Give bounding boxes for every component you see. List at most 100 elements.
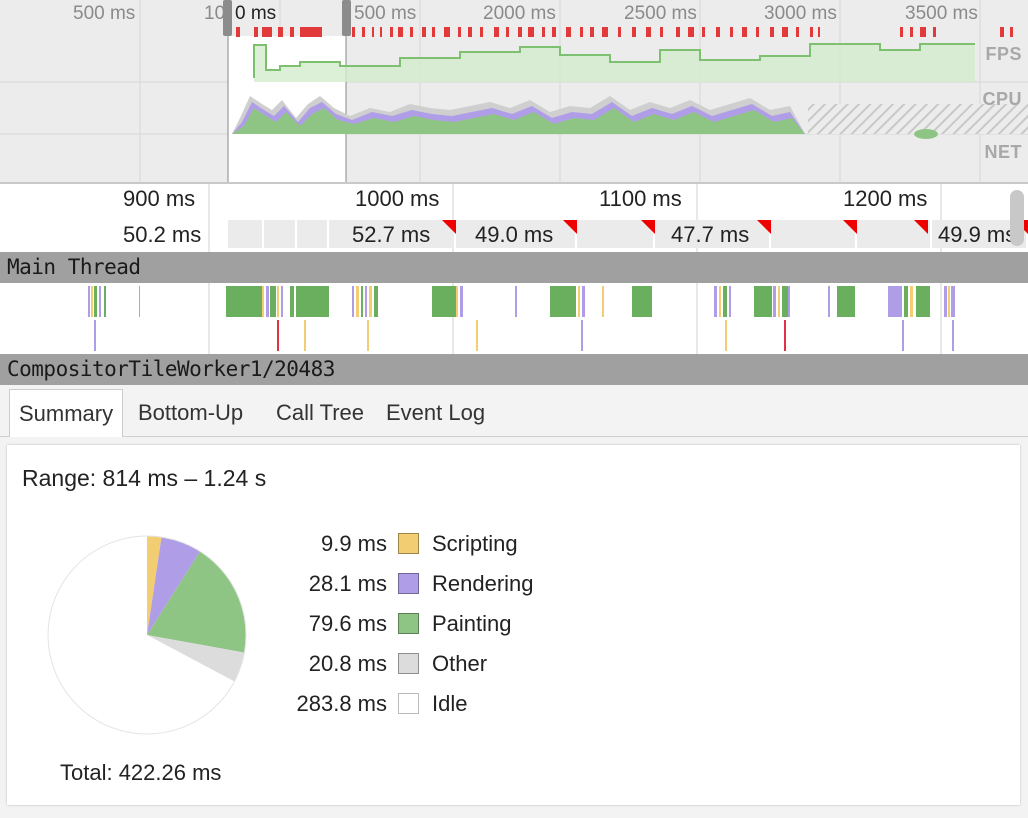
frame-duration: 50.2 ms xyxy=(123,222,202,247)
range-start-handle[interactable] xyxy=(223,0,232,36)
frame-marker xyxy=(1000,27,1004,37)
timeline-overview[interactable]: 500 ms 10 0 ms 500 ms 2000 ms 2500 ms 30… xyxy=(0,0,1028,182)
trace-event[interactable] xyxy=(904,286,908,317)
tab-call-tree[interactable]: Call Tree xyxy=(267,389,373,437)
frame-marker xyxy=(900,27,903,37)
trace-event[interactable] xyxy=(139,286,140,317)
trace-event[interactable] xyxy=(951,286,955,317)
trace-event[interactable] xyxy=(837,286,855,317)
trace-event[interactable] xyxy=(356,286,359,317)
trace-event[interactable] xyxy=(719,286,721,317)
trace-event[interactable] xyxy=(828,286,830,317)
trace-event[interactable] xyxy=(578,286,580,317)
frame-duration: 52.7 ms xyxy=(352,222,431,247)
overview-tick: 2000 ms xyxy=(483,3,556,24)
trace-event[interactable] xyxy=(365,286,367,317)
trace-event[interactable] xyxy=(281,286,283,317)
summary-pane: Range: 814 ms – 1.24 s 9.9 ms Scripting … xyxy=(0,437,1028,818)
trace-event[interactable] xyxy=(456,286,458,317)
trace-event[interactable] xyxy=(754,286,772,317)
trace-event[interactable] xyxy=(266,286,269,317)
trace-event[interactable] xyxy=(374,286,378,317)
trace-event[interactable] xyxy=(729,286,731,317)
frame-block[interactable] xyxy=(228,220,264,248)
frame-marker xyxy=(352,27,355,37)
trace-event[interactable] xyxy=(773,286,776,317)
trace-event[interactable] xyxy=(902,320,904,351)
frame-block[interactable] xyxy=(297,220,329,248)
trace-event[interactable] xyxy=(104,286,106,317)
trace-event[interactable] xyxy=(910,286,913,317)
trace-event[interactable] xyxy=(296,286,329,317)
legend-value: 79.6 ms xyxy=(308,611,387,636)
frame-marker xyxy=(468,27,472,37)
trace-event[interactable] xyxy=(226,286,262,317)
range-end-handle[interactable] xyxy=(342,0,351,36)
trace-event[interactable] xyxy=(782,286,788,317)
trace-event[interactable] xyxy=(632,286,652,317)
trace-event[interactable] xyxy=(714,286,717,317)
trace-event[interactable] xyxy=(262,286,264,317)
frame-marker xyxy=(300,27,322,37)
frame-marker xyxy=(796,27,799,37)
trace-event[interactable] xyxy=(725,320,727,351)
trace-event[interactable] xyxy=(916,286,930,317)
main-thread-header[interactable]: Main Thread xyxy=(0,252,1028,283)
trace-event[interactable] xyxy=(88,286,90,317)
trace-event[interactable] xyxy=(952,320,954,351)
tab-event-log[interactable]: Event Log xyxy=(377,389,494,437)
trace-event[interactable] xyxy=(94,320,96,351)
legend-swatch xyxy=(398,693,419,714)
main-thread-flamechart[interactable] xyxy=(0,283,1028,354)
frame-block[interactable] xyxy=(264,220,297,248)
legend-value: 9.9 ms xyxy=(320,531,387,556)
trace-event[interactable] xyxy=(788,286,790,317)
long-frame-flag xyxy=(641,220,655,234)
trace-event[interactable] xyxy=(948,286,950,317)
trace-event[interactable] xyxy=(784,320,786,351)
trace-event[interactable] xyxy=(944,286,947,317)
trace-event[interactable] xyxy=(277,286,279,317)
trace-event[interactable] xyxy=(367,320,369,351)
frame-marker xyxy=(542,27,545,37)
long-frame-flag xyxy=(757,220,771,234)
trace-event[interactable] xyxy=(460,286,463,317)
frame-marker xyxy=(818,27,820,37)
trace-event[interactable] xyxy=(352,286,354,317)
frame-marker xyxy=(590,27,594,37)
trace-event[interactable] xyxy=(361,286,363,317)
tab-summary[interactable]: Summary xyxy=(9,389,124,437)
compositor-thread-header[interactable]: CompositorTileWorker1/20483 xyxy=(0,354,1028,385)
trace-event[interactable] xyxy=(270,286,276,317)
trace-event[interactable] xyxy=(888,286,902,317)
trace-event[interactable] xyxy=(602,286,604,317)
trace-event[interactable] xyxy=(304,320,306,351)
frame-duration: 47.7 ms xyxy=(671,222,750,247)
legend-label: Idle xyxy=(432,691,468,716)
trace-event[interactable] xyxy=(277,320,279,351)
trace-event[interactable] xyxy=(369,286,372,317)
frame-marker xyxy=(910,27,913,37)
vertical-scrollbar[interactable] xyxy=(1010,190,1024,246)
trace-event[interactable] xyxy=(94,286,97,317)
frame-marker xyxy=(618,27,621,37)
trace-event[interactable] xyxy=(91,286,93,317)
frame-marker xyxy=(688,27,694,37)
tab-bottom-up[interactable]: Bottom-Up xyxy=(129,389,252,437)
legend-swatch xyxy=(398,653,419,674)
frame-duration: 49.0 ms xyxy=(475,222,554,247)
trace-event[interactable] xyxy=(581,320,583,351)
trace-event[interactable] xyxy=(778,286,780,317)
trace-event[interactable] xyxy=(99,286,101,317)
frame-marker xyxy=(410,27,413,37)
trace-event[interactable] xyxy=(582,286,585,317)
trace-event[interactable] xyxy=(476,320,478,351)
trace-event[interactable] xyxy=(515,286,517,317)
frame-marker xyxy=(236,27,240,37)
trace-event[interactable] xyxy=(550,286,576,317)
trace-event[interactable] xyxy=(290,286,294,317)
trace-event[interactable] xyxy=(723,286,727,317)
frame-marker xyxy=(742,27,747,37)
frame-marker xyxy=(362,27,365,37)
trace-event[interactable] xyxy=(432,286,456,317)
